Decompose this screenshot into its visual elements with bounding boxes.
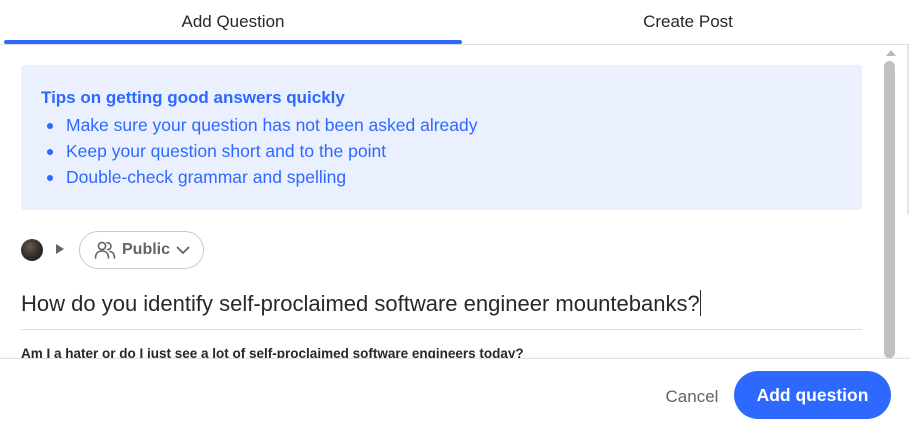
scrollbar-thumb[interactable] [884,61,895,358]
scrollbar[interactable] [882,45,900,358]
active-tab-indicator [4,40,462,44]
text-cursor [699,290,701,316]
divider [907,45,909,215]
tab-create-post-label: Create Post [643,12,733,31]
question-text: How do you identify self-proclaimed soft… [21,291,700,316]
bullet-icon [47,123,53,129]
tips-list: Make sure your question has not been ask… [41,112,842,190]
tip-text: Keep your question short and to the poin… [66,141,387,161]
audience-selector[interactable]: Public [79,231,204,269]
scroll-up-icon[interactable] [886,50,896,56]
tab-bar: Add Question Create Post [0,0,910,45]
people-icon [94,241,116,259]
audience-label: Public [122,241,171,258]
add-question-button[interactable]: Add question [734,371,891,419]
tab-add-question-label: Add Question [181,12,285,31]
cancel-button[interactable]: Cancel [655,379,729,415]
tip-item: Double-check grammar and spelling [41,164,842,190]
tab-create-post[interactable]: Create Post [462,0,910,44]
tips-title: Tips on getting good answers quickly [41,88,345,107]
caret-right-icon[interactable] [56,244,64,254]
tip-item: Keep your question short and to the poin… [41,138,842,164]
bullet-icon [47,175,53,181]
tab-add-question[interactable]: Add Question [4,0,462,44]
avatar[interactable] [21,239,43,261]
bullet-icon [47,149,53,155]
page-scroll-edge [900,45,910,215]
question-input[interactable]: How do you identify self-proclaimed soft… [21,288,862,330]
author-row: Public [21,231,321,269]
modal-content: Tips on getting good answers quickly Mak… [0,45,882,358]
related-question-suggestion[interactable]: Am I a hater or do I just see a lot of s… [21,345,862,358]
tip-text: Double-check grammar and spelling [66,167,347,187]
tip-item: Make sure your question has not been ask… [41,112,842,138]
tips-box: Tips on getting good answers quickly Mak… [21,65,862,210]
chevron-down-icon [176,246,190,254]
tip-text: Make sure your question has not been ask… [66,115,478,135]
modal-footer: Cancel Add question [0,358,910,431]
